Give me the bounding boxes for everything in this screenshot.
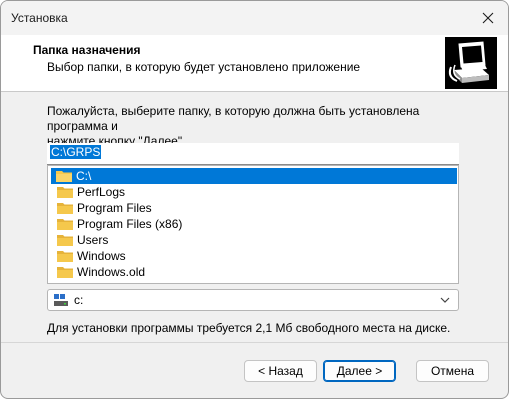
space-required-text: Для установки программы требуется 2,1 Мб…: [47, 321, 451, 335]
installer-window: Установка Папка назначения Выбор папки, …: [0, 0, 509, 399]
window-title: Установка: [11, 11, 68, 25]
drive-icon: [54, 294, 68, 306]
page-title: Папка назначения: [33, 43, 141, 57]
page-subtitle: Выбор папки, в которую будет установлено…: [47, 60, 361, 74]
folder-item-program-files-x86[interactable]: Program Files (x86): [48, 216, 458, 232]
folder-icon: [57, 203, 73, 214]
folder-icon: [57, 251, 73, 262]
folder-item-label: PerfLogs: [77, 185, 126, 199]
installer-computer-icon: [445, 37, 497, 89]
folder-icon: [57, 187, 73, 198]
destination-path-input[interactable]: C:\GRPS: [47, 143, 459, 165]
folder-item-label: Windows: [77, 249, 126, 263]
footer-separator: [1, 342, 508, 343]
back-button[interactable]: < Назад: [244, 360, 317, 382]
folder-icon: [57, 219, 73, 230]
folder-item-program-files[interactable]: Program Files: [48, 200, 458, 216]
folder-item-perflogs[interactable]: PerfLogs: [48, 184, 458, 200]
folder-item-label: Program Files (x86): [77, 217, 183, 231]
folder-item-root[interactable]: C:\: [51, 168, 457, 184]
folder-icon: [57, 267, 73, 278]
destination-path-value: C:\GRPS: [50, 145, 102, 159]
folder-item-label: C:\: [76, 169, 92, 183]
folder-item-windows[interactable]: Windows: [48, 248, 458, 264]
drive-select-value: c:: [74, 293, 84, 307]
folder-tree[interactable]: C:\ PerfLogs Program Files Program Files…: [47, 165, 459, 284]
drive-select[interactable]: c:: [47, 289, 459, 311]
chevron-down-icon: [440, 297, 450, 303]
close-button[interactable]: [474, 5, 502, 31]
cancel-button[interactable]: Отмена: [416, 360, 489, 382]
folder-icon: [57, 235, 73, 246]
folder-item-label: Windows.old: [77, 265, 146, 279]
folder-item-label: Users: [77, 233, 109, 247]
folder-item-windows-old[interactable]: Windows.old: [48, 264, 458, 280]
wizard-header: Папка назначения Выбор папки, в которую …: [1, 35, 508, 92]
folder-item-label: Program Files: [77, 201, 152, 215]
instructions-line-1: Пожалуйста, выберите папку, в которую до…: [47, 104, 420, 133]
title-bar: Установка: [1, 1, 508, 35]
folder-item-users[interactable]: Users: [48, 232, 458, 248]
next-button[interactable]: Далее >: [323, 360, 396, 382]
close-icon: [482, 12, 494, 24]
folder-icon: [56, 171, 72, 182]
